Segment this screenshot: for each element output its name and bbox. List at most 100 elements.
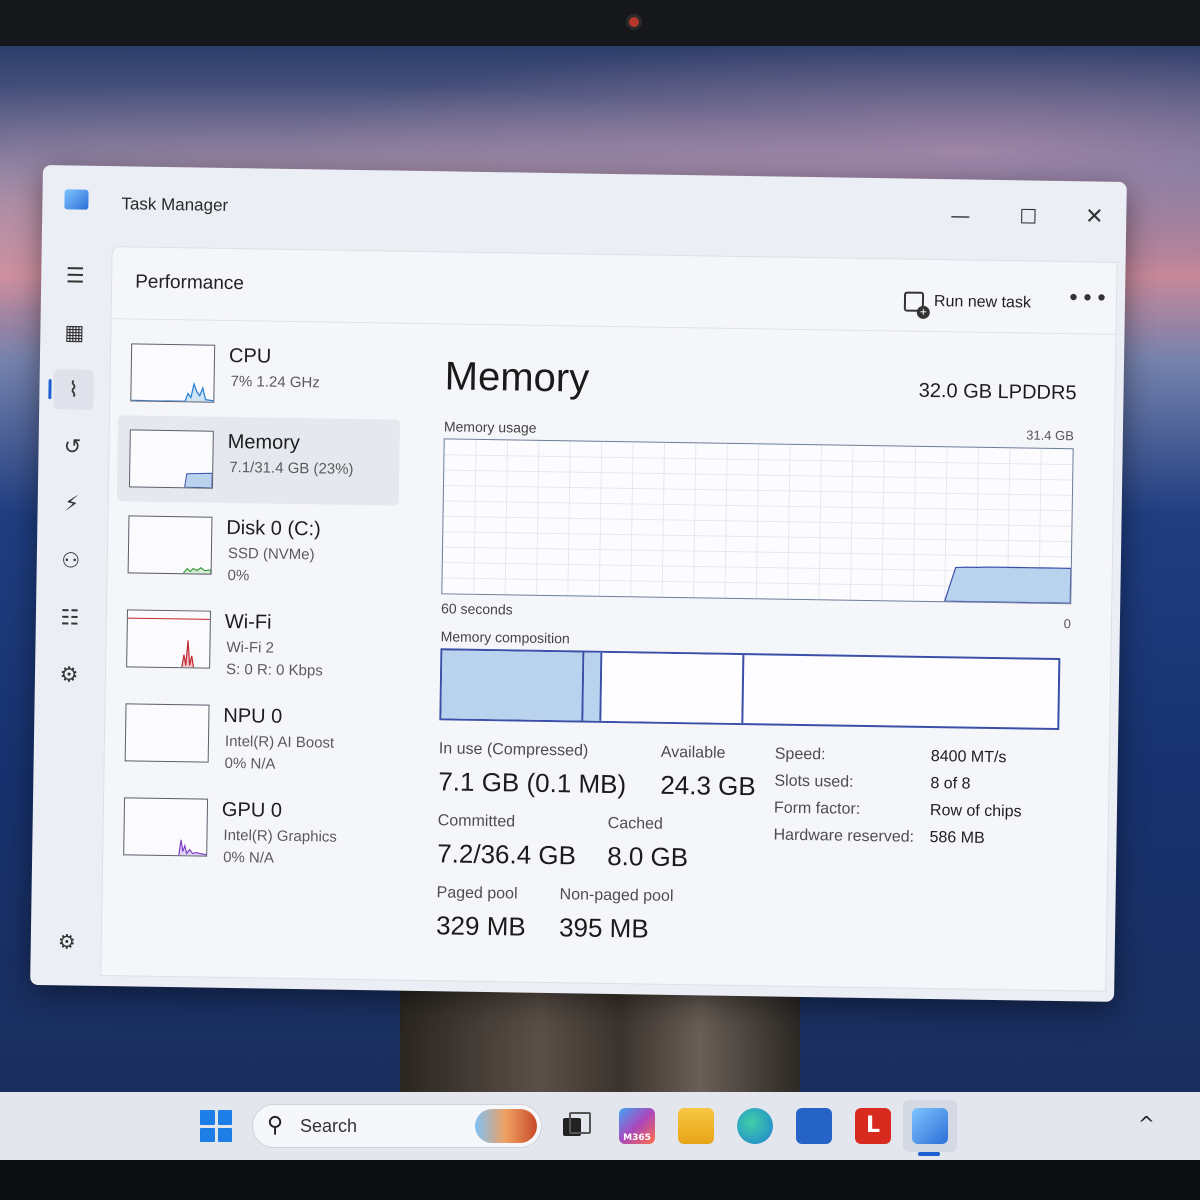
disk-thumbnail-line (182, 567, 212, 574)
m365-copilot-icon[interactable]: M365 (619, 1108, 655, 1144)
available-value: 24.3 GB (660, 769, 756, 802)
usage-chart-min: 0 (1063, 616, 1072, 632)
file-explorer-icon[interactable] (678, 1108, 714, 1144)
paged-pool-value: 329 MB (435, 910, 526, 942)
resource-name: Memory (227, 430, 301, 455)
services-icon[interactable]: ⚙ (49, 654, 90, 695)
search-placeholder: Search (300, 1116, 358, 1136)
cached-value: 8.0 GB (606, 840, 689, 873)
run-new-task-label: Run new task (933, 293, 1032, 312)
wallpaper-pier (400, 981, 800, 1092)
cpu-thumbnail (130, 343, 216, 403)
resource-name: CPU (228, 344, 272, 368)
app-history-icon[interactable]: ↺ (52, 426, 93, 467)
performance-content: Performance Run new task ••• CPU 7% 1.24… (100, 246, 1118, 992)
memory-usage-area (943, 566, 1072, 604)
camera-indicator (626, 14, 642, 30)
close-button[interactable]: ✕ (1074, 201, 1114, 234)
running-indicator (918, 1152, 940, 1156)
start-button[interactable] (200, 1110, 232, 1142)
memory-spec: 32.0 GB LPDDR5 (918, 379, 1077, 405)
details-icon[interactable]: ☷ (50, 597, 91, 638)
memory-usage-chart (441, 438, 1074, 605)
composition-in-use-segment (441, 650, 585, 721)
wifi-thumbnail (126, 609, 212, 669)
resource-detail: 7% 1.24 GHz (230, 372, 320, 392)
resource-detail: Wi-Fi 2 (226, 638, 275, 657)
edge-browser-icon[interactable] (737, 1108, 773, 1144)
run-new-task-button[interactable]: Run new task (890, 285, 1045, 319)
run-task-icon (903, 291, 925, 312)
l-app-icon[interactable]: L (855, 1108, 891, 1144)
more-options-icon[interactable]: ••• (1067, 286, 1109, 312)
resource-utilization: 0% N/A (224, 754, 276, 773)
resource-name: GPU 0 (221, 798, 283, 822)
start-logo-tile (200, 1110, 215, 1125)
resource-item-wifi[interactable]: Wi-Fi Wi-Fi 2 S: 0 R: 0 Kbps (114, 595, 397, 685)
slots-value: 8 of 8 (930, 775, 971, 793)
paged-pool-label: Paged pool (436, 884, 518, 903)
screen-bezel-bottom (0, 1160, 1200, 1200)
speed-value: 8400 MT/s (930, 748, 1007, 767)
cached-label: Cached (607, 814, 664, 833)
resource-name: Wi-Fi (224, 610, 272, 634)
non-paged-pool-value: 395 MB (558, 912, 649, 944)
hardware-reserved-value: 586 MB (929, 829, 985, 847)
form-factor-value: Row of chips (929, 802, 1022, 821)
task-manager-window: Task Manager — ☐ ✕ ☰ ▦ ⌇ ↺ ⚡ ⚇ ☷ ⚙ ⚙ Per… (30, 165, 1127, 1002)
memory-detail-panel: Memory 32.0 GB LPDDR5 Memory usage 31.4 … (415, 326, 1105, 987)
memory-thumbnail (128, 429, 214, 489)
settings-gear-icon[interactable]: ⚙ (51, 925, 83, 957)
wifi-thumbnail-line (181, 640, 195, 668)
minimize-button[interactable]: — (940, 199, 980, 232)
taskbar: ⚲ Search M365 L ^ (0, 1092, 1200, 1160)
start-logo-tile (200, 1127, 215, 1142)
taskbar-search-box[interactable]: ⚲ Search (252, 1104, 542, 1148)
resource-name: Disk 0 (C:) (226, 516, 321, 541)
composition-modified-segment (583, 652, 603, 721)
resource-detail: Intel(R) Graphics (223, 826, 337, 846)
in-use-value: 7.1 GB (0.1 MB) (438, 766, 627, 800)
store-icon[interactable] (796, 1108, 832, 1144)
hardware-reserved-label: Hardware reserved: (773, 826, 915, 846)
cpu-thumbnail-line (131, 381, 214, 402)
resource-item-disk[interactable]: Disk 0 (C:) SSD (NVMe) 0% (115, 501, 398, 591)
maximize-button[interactable]: ☐ (1008, 200, 1048, 233)
composition-label: Memory composition (440, 628, 570, 647)
in-use-label: In use (Compressed) (438, 740, 589, 760)
hamburger-menu-icon[interactable]: ☰ (55, 255, 96, 296)
task-manager-taskbar-icon[interactable] (912, 1108, 948, 1144)
navigation-rail: ☰ ▦ ⌇ ↺ ⚡ ⚇ ☷ ⚙ (30, 237, 112, 978)
resource-list: CPU 7% 1.24 GHz Memory 7.1/31.4 GB (23%)… (101, 321, 401, 975)
resource-detail: Intel(R) AI Boost (224, 732, 335, 752)
usage-chart-label: Memory usage (443, 418, 537, 436)
page-header: Performance Run new task ••• (111, 247, 1117, 335)
non-paged-pool-label: Non-paged pool (559, 886, 674, 905)
usage-time-span: 60 seconds (440, 600, 513, 618)
slots-label: Slots used: (774, 772, 854, 791)
startup-apps-icon[interactable]: ⚡ (51, 483, 92, 524)
users-icon[interactable]: ⚇ (50, 540, 91, 581)
resource-item-memory[interactable]: Memory 7.1/31.4 GB (23%) (116, 415, 401, 506)
resource-name: NPU 0 (223, 704, 283, 728)
committed-value: 7.2/36.4 GB (437, 838, 577, 871)
resource-detail: SSD (NVMe) (227, 544, 315, 564)
resource-item-gpu[interactable]: GPU 0 Intel(R) Graphics 0% N/A (111, 783, 394, 873)
resource-item-cpu[interactable]: CPU 7% 1.24 GHz (118, 329, 401, 419)
detail-title: Memory (444, 354, 590, 401)
gpu-thumbnail-line (178, 839, 207, 856)
show-hidden-icons-chevron-icon[interactable]: ^ (1138, 1112, 1155, 1136)
gpu-thumbnail (123, 797, 209, 857)
resource-utilization: S: 0 R: 0 Kbps (225, 660, 323, 680)
search-highlight-art (475, 1109, 537, 1143)
screen-bezel (0, 0, 1200, 46)
memory-usage-graph (442, 439, 1073, 604)
form-factor-label: Form factor: (773, 799, 861, 818)
window-title: Task Manager (121, 194, 229, 215)
npu-thumbnail (124, 703, 210, 763)
task-manager-app-icon (64, 189, 89, 210)
task-view-icon[interactable] (557, 1108, 593, 1144)
performance-icon[interactable]: ⌇ (53, 369, 94, 410)
processes-icon[interactable]: ▦ (54, 312, 95, 353)
resource-item-npu[interactable]: NPU 0 Intel(R) AI Boost 0% N/A (112, 689, 395, 779)
